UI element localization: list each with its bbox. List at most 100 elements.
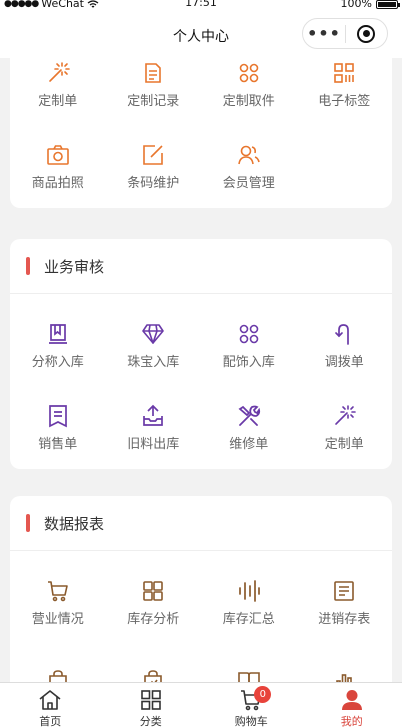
barcode-tag-icon [334,63,355,83]
grid-item-label: 旧料出库 [127,437,180,452]
tab-label: 我的 [340,715,363,728]
grid-item-report-5[interactable] [10,644,106,682]
cart-count-badge: 0 [254,686,272,703]
grid-circles-icon [239,63,259,83]
tab-home[interactable]: 首页 [0,683,101,728]
grid-item-jewelry-stock-in[interactable]: 珠宝入库 [106,305,202,387]
grid-item-stock-analysis[interactable]: 库存分析 [106,562,202,644]
reports-card-header: 数据报表 [10,496,392,551]
nav-bar: 个人中心 ••• [0,12,402,58]
tab-label: 购物车 [234,715,268,728]
tools-card: 定制单 定制记录 定制取件 电子标签 商品拍照 条码维护 会员管理 [10,58,392,208]
grid-item-inventory-ledger[interactable]: 进销存表 [297,562,393,644]
edit-icon [143,145,164,165]
camera-icon [46,145,69,165]
review-card: 业务审核 分称入库 珠宝入库 配饰入库 调拨单 销售单 旧料出库 维修单 定制单 [10,239,392,469]
tools-icon [238,405,260,426]
bag-icon [48,669,67,682]
grid-item-custom-records[interactable]: 定制记录 [106,58,202,126]
magic-wand-icon [335,405,357,425]
grid-item-label: 调拨单 [324,355,364,370]
members-icon [237,145,260,165]
grid-item-label: 定制取件 [222,94,275,109]
grid-item-e-label[interactable]: 电子标签 [297,58,393,126]
grid-item-repair-order[interactable]: 维修单 [201,387,297,469]
tab-mine[interactable]: 我的 [302,683,402,728]
tools-grid: 定制单 定制记录 定制取件 电子标签 商品拍照 条码维护 会员管理 [10,58,392,208]
content-scroll[interactable]: 定制单 定制记录 定制取件 电子标签 商品拍照 条码维护 会员管理 业务审核 分… [0,58,402,682]
grid-item-label: 维修单 [229,437,269,452]
bar-chart-icon [336,673,353,682]
grid-circles-icon [239,324,259,344]
grid-item-report-8[interactable] [297,644,393,682]
grid-item-label: 定制单 [324,437,364,452]
tray-out-icon [143,404,164,426]
grid-item-label: 商品拍照 [31,176,84,191]
reports-card: 数据报表 营业情况 库存分析 库存汇总 进销存表 [10,496,392,682]
reports-grid: 营业情况 库存分析 库存汇总 进销存表 [10,551,392,682]
transfer-icon [335,324,350,345]
bars-icon [238,580,260,602]
status-right: 100% [340,0,400,10]
grid-item-label: 销售单 [38,437,78,452]
blocks-icon [143,581,164,601]
diamond-icon [142,324,165,344]
ledger-icon [334,581,355,601]
grid-item-old-material-out[interactable]: 旧料出库 [106,387,202,469]
grid-item-transfer-order[interactable]: 调拨单 [297,305,393,387]
bookmark-list-icon [48,405,67,428]
cart-icon [47,581,68,602]
grid-item-custom-order[interactable]: 定制单 [10,58,106,126]
category-icon [140,690,161,710]
document-icon [145,63,162,83]
tab-label: 分类 [139,715,162,728]
grid-item-report-6[interactable] [106,644,202,682]
tab-cart[interactable]: 0 购物车 [201,683,302,728]
grid-item-label: 定制记录 [127,94,180,109]
grid-item-label: 分称入库 [31,355,84,370]
magic-wand-icon [48,62,70,82]
bag-chart-icon [144,669,163,682]
review-card-header: 业务审核 [10,239,392,294]
grid-item-accessory-stock-in[interactable]: 配饰入库 [201,305,297,387]
grid-item-label: 库存汇总 [222,612,275,627]
grid-item-business-overview[interactable]: 营业情况 [10,562,106,644]
bottom-tab-bar: 首页 分类 0 购物车 我的 [0,682,402,728]
section-accent-bar [26,514,30,532]
tab-label: 首页 [39,715,62,728]
grid-item-barcode-maintenance[interactable]: 条码维护 [106,126,202,208]
battery-icon [376,0,400,9]
mini-program-capsule: ••• [302,18,388,49]
grid-item-label: 会员管理 [222,176,275,191]
book-icon [48,324,67,344]
grid-item-label: 珠宝入库 [127,355,180,370]
grid-item-weighed-stock-in[interactable]: 分称入库 [10,305,106,387]
grid-item-label: 营业情况 [31,612,84,627]
grid-item-custom-pickup[interactable]: 定制取件 [201,58,297,126]
tab-category[interactable]: 分类 [101,683,202,728]
grid-item-product-photo[interactable]: 商品拍照 [10,126,106,208]
grid-item-label: 定制单 [38,94,78,109]
section-title: 数据报表 [44,514,105,533]
grid-item-label: 进销存表 [318,612,371,627]
grid-item-label: 电子标签 [318,94,371,109]
grid-item-label: 条码维护 [127,176,180,191]
review-grid: 分称入库 珠宝入库 配饰入库 调拨单 销售单 旧料出库 维修单 定制单 [10,294,392,469]
grid-item-label: 库存分析 [127,612,180,627]
close-button[interactable] [346,24,387,43]
user-icon [341,690,362,710]
home-icon [39,690,61,710]
grid-item-members[interactable]: 会员管理 [201,126,297,208]
grid-item-custom-order-review[interactable]: 定制单 [297,387,393,469]
open-book-icon [237,671,260,682]
close-icon [357,24,376,43]
grid-item-label: 配饰入库 [222,355,275,370]
grid-item-report-7[interactable] [201,644,297,682]
section-title: 业务审核 [44,257,105,276]
grid-item-sales-order[interactable]: 销售单 [10,387,106,469]
grid-item-stock-summary[interactable]: 库存汇总 [201,562,297,644]
battery-percent: 100% [340,0,372,10]
section-accent-bar [26,257,30,275]
more-button[interactable]: ••• [303,25,345,42]
status-bar: ●●●●● WeChat 17:51 100% [0,0,402,12]
